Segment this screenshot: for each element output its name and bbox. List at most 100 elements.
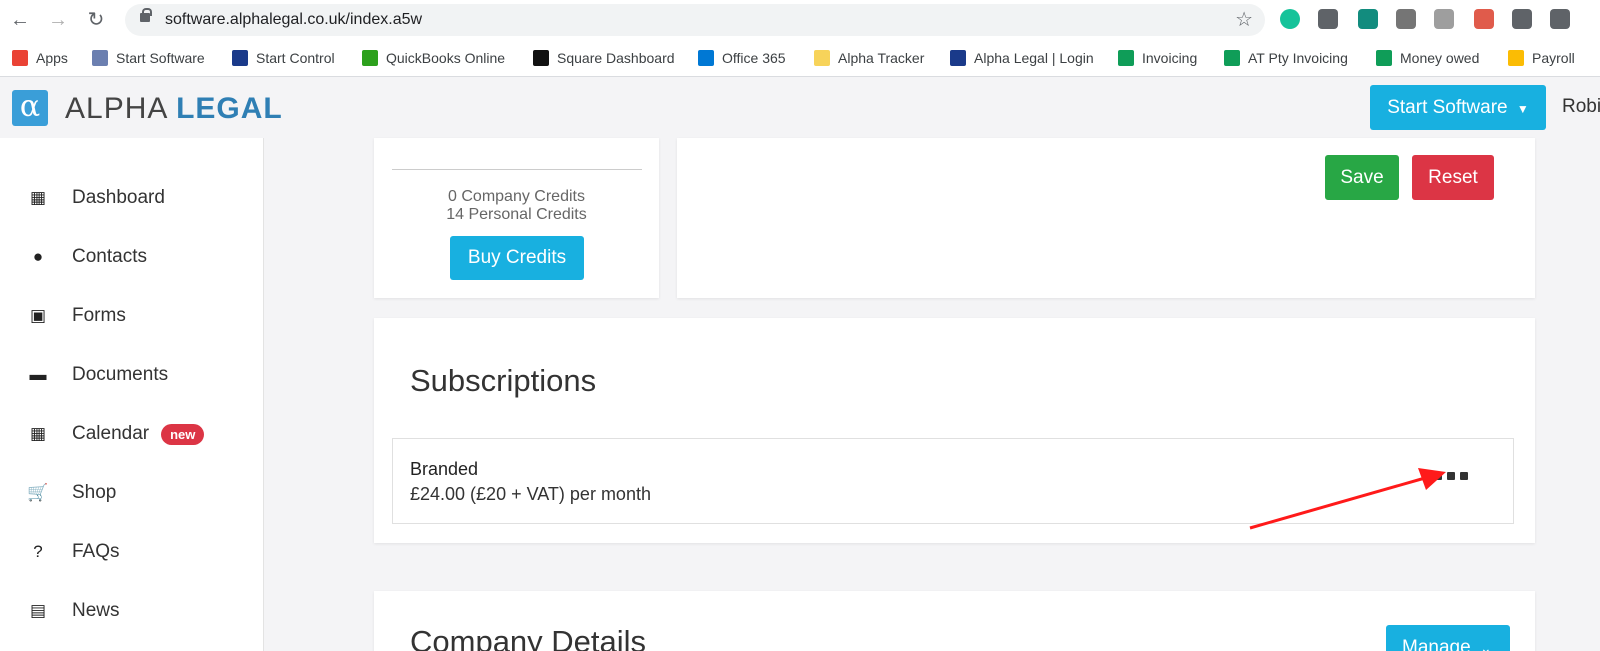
extension-icon[interactable] [1550,9,1570,29]
bookmark-label: Apps [36,50,68,66]
bookmark-star-icon[interactable]: ☆ [1235,7,1253,32]
reload-icon[interactable]: ↻ [84,8,108,32]
bookmark-item[interactable]: Square Dashboard [533,50,675,66]
extension-icon[interactable] [1512,9,1532,29]
bookmark-item[interactable]: Alpha Tracker [814,50,924,66]
save-button[interactable]: Save [1325,155,1399,200]
sidebar-item-label: Calendar [72,423,150,444]
bookmark-item[interactable]: AT Pty Invoicing [1224,50,1348,66]
bookmark-label: Money owed [1400,50,1480,66]
bookmark-favicon-icon [1508,50,1524,66]
newspaper-icon: ▤ [29,601,47,620]
company-details-title: Company Details [410,624,647,651]
bookmark-favicon-icon [92,50,108,66]
bookmark-label: Invoicing [1142,50,1198,66]
bookmark-favicon-icon [533,50,549,66]
forward-arrow-icon[interactable]: → [46,8,70,32]
dashboard-icon: ▦ [29,188,47,207]
sidebar-item-documents[interactable]: ▬ Documents [28,360,169,390]
logo-text-bold: LEGAL [176,92,283,125]
folder-icon: ▬ [29,365,47,384]
bookmark-label: Square Dashboard [557,50,675,66]
back-arrow-icon[interactable]: ← [8,8,32,32]
extension-icon[interactable] [1396,9,1416,29]
sidebar-item-faqs[interactable]: ? FAQs [28,537,120,567]
subscription-row: Branded £24.00 (£20 + VAT) per month [392,438,1514,524]
sidebar-item-dashboard[interactable]: ▦ Dashboard [28,183,165,213]
manage-button[interactable]: Manage ⌄ [1386,625,1510,651]
buy-credits-button[interactable]: Buy Credits [450,236,584,280]
bookmark-favicon-icon [950,50,966,66]
divider [392,169,642,170]
sidebar-item-calendar[interactable]: ▦ Calendar new [28,419,205,449]
bookmark-favicon-icon [698,50,714,66]
subscription-price: £24.00 (£20 + VAT) per month [410,484,651,504]
bookmark-item[interactable]: Money owed [1376,50,1479,66]
bookmark-item[interactable]: QuickBooks Online [362,50,505,66]
start-software-button[interactable]: Start Software ▼ [1370,85,1546,130]
sidebar-item-news[interactable]: ▤ News [28,596,120,626]
logo-text[interactable]: ALPHA LEGAL [65,92,283,126]
start-software-label: Start Software [1387,96,1508,118]
bookmark-item[interactable]: Invoicing [1118,50,1197,66]
sidebar-item-label: News [72,600,120,621]
alpha-logo-icon[interactable]: α [12,90,48,126]
user-name[interactable]: Robi [1562,96,1600,118]
bookmark-favicon-icon [12,50,28,66]
bookmark-label: Office 365 [722,50,786,66]
bookmark-favicon-icon [1376,50,1392,66]
user-icon: ● [32,247,44,266]
subscription-name: Branded [410,459,479,479]
extension-icon[interactable] [1358,9,1378,29]
bookmark-label: Start Control [256,50,335,66]
address-bar[interactable]: software.alphalegal.co.uk/index.a5w ☆ [125,4,1265,36]
bookmark-favicon-icon [1118,50,1134,66]
bookmark-label: Alpha Legal | Login [974,50,1094,66]
sidebar-item-label: Dashboard [72,187,165,208]
sidebar-item-label: Contacts [72,246,147,267]
personal-credits: 14 Personal Credits [446,206,587,223]
extension-icon[interactable] [1318,9,1338,29]
credits-card: 0 Company Credits 14 Personal Credits Bu… [374,138,659,298]
new-badge: new [161,423,205,445]
company-details-card: Company Details Manage ⌄ [374,591,1535,651]
lock-icon [140,8,152,22]
more-options-icon[interactable] [1434,468,1470,484]
bookmark-item[interactable]: Start Software [92,50,205,66]
bookmark-item[interactable]: Start Control [232,50,335,66]
sidebar-item-label: Forms [72,305,126,326]
sidebar-item-label: FAQs [72,541,120,562]
bookmark-favicon-icon [362,50,378,66]
caret-down-icon: ▼ [1516,101,1529,116]
bookmark-label: Alpha Tracker [838,50,925,66]
browser-toolbar: ← → ↻ software.alphalegal.co.uk/index.a5… [0,0,1600,40]
bookmark-item[interactable]: Office 365 [698,50,786,66]
extension-icon[interactable] [1474,9,1494,29]
subscriptions-card: Subscriptions Branded £24.00 (£20 + VAT)… [374,318,1535,543]
extension-icon[interactable] [1280,9,1300,29]
logo-text-light: ALPHA [65,92,167,125]
bookmark-label: Start Software [116,50,205,66]
calendar-icon: ▦ [29,424,47,443]
bookmarks-bar: Apps Start Software Start Control QuickBook… [0,40,1600,77]
url-text[interactable]: software.alphalegal.co.uk/index.a5w [165,11,422,29]
sidebar: ▦ Dashboard ● Contacts ▣ Forms ▬ Documents ▦ Cale… [0,138,264,651]
bookmark-favicon-icon [814,50,830,66]
reset-button[interactable]: Reset [1412,155,1494,200]
cart-icon: 🛒 [27,483,49,502]
extension-icon[interactable] [1434,9,1454,29]
app-header: α ALPHA LEGAL Start Software ▼ Robi [0,78,1600,138]
bookmark-label: AT Pty Invoicing [1248,50,1348,66]
sidebar-item-shop[interactable]: 🛒 Shop [27,478,116,508]
bookmark-favicon-icon [1224,50,1240,66]
form-actions-card: Save Reset [677,138,1535,298]
bookmark-label: QuickBooks Online [386,50,506,66]
sidebar-item-contacts[interactable]: ● Contacts [28,242,147,272]
bookmark-item[interactable]: Payroll [1508,50,1575,66]
question-icon: ? [33,542,43,561]
bookmark-label: Payroll [1532,50,1575,66]
sidebar-item-forms[interactable]: ▣ Forms [28,301,126,331]
bookmark-item[interactable]: Alpha Legal | Login [950,50,1094,66]
bookmark-item[interactable]: Apps [12,50,68,66]
subscriptions-title: Subscriptions [410,363,597,398]
